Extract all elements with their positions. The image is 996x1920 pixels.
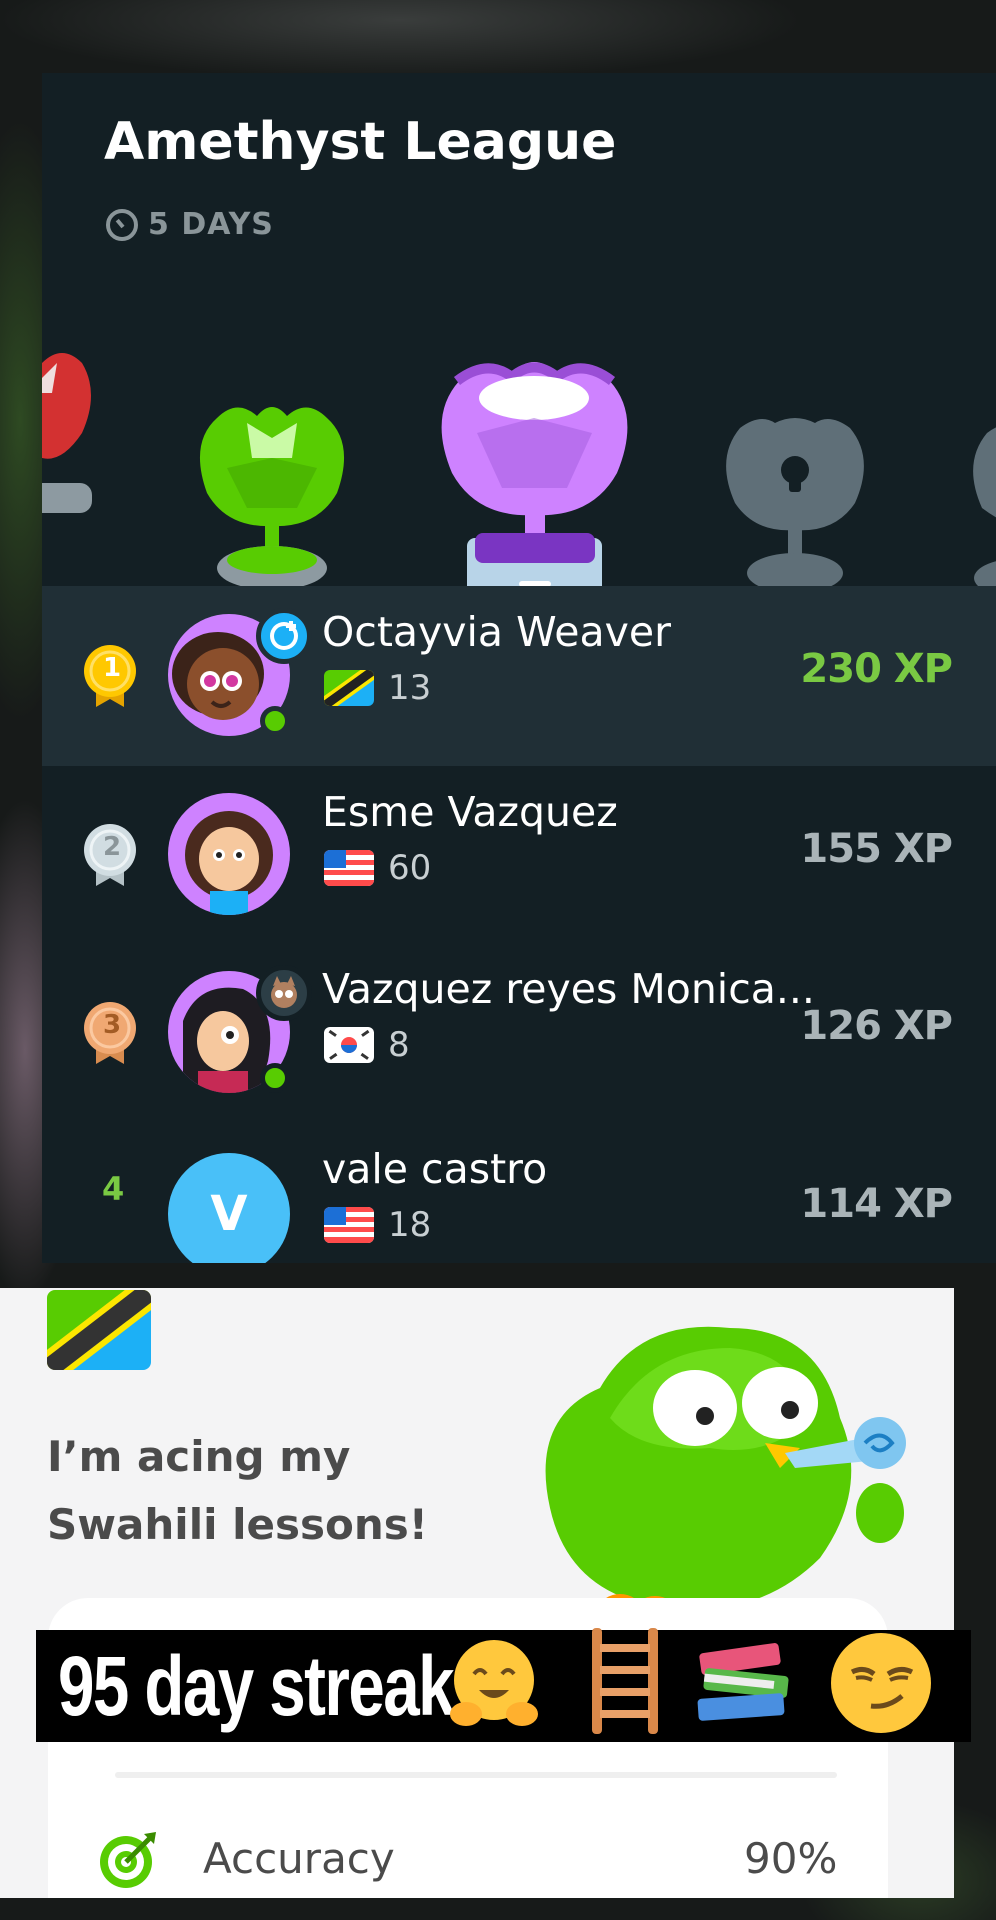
- online-status-icon: [260, 1063, 290, 1093]
- cat-badge-icon: [256, 965, 312, 1021]
- league-title: Amethyst League: [104, 112, 617, 172]
- streak-count: 60: [388, 848, 432, 888]
- us-flag-icon: [324, 1207, 374, 1243]
- user-avatar[interactable]: [168, 793, 290, 915]
- leaderboard-row[interactable]: 2 Esme Vazquez 60 155 XP: [42, 766, 996, 946]
- user-avatar[interactable]: [168, 965, 312, 1093]
- emerald-trophy-icon[interactable]: [187, 398, 357, 608]
- ladder-emoji-icon: [592, 1628, 658, 1734]
- league-panel: Amethyst League 5 DAYS 1 Octayvia Weaver…: [42, 73, 996, 1263]
- accuracy-label: Accuracy: [203, 1834, 395, 1883]
- korea-flag-icon: [324, 1027, 374, 1063]
- books-emoji-icon: [697, 1643, 789, 1721]
- streak-count: 18: [388, 1205, 432, 1245]
- leaderboard-row[interactable]: 1 Octayvia Weaver 13 230 XP: [42, 586, 996, 766]
- tanzania-flag-icon: [324, 670, 374, 706]
- user-meta: 60: [324, 848, 431, 888]
- user-meta: 8: [324, 1025, 410, 1065]
- locked-trophy-icon[interactable]: [715, 408, 875, 608]
- league-trophies: [42, 263, 996, 623]
- duo-owl-party-icon: [545, 1326, 906, 1618]
- streak-count: 8: [388, 1025, 410, 1065]
- esme-avatar-image: [185, 811, 273, 915]
- user-xp: 114 XP: [800, 1181, 953, 1227]
- online-status-icon: [260, 706, 290, 736]
- clock-icon: [106, 208, 138, 241]
- user-name: vale castro: [322, 1145, 548, 1193]
- target-icon: [100, 1832, 156, 1888]
- user-meta: 18: [324, 1205, 431, 1245]
- user-avatar[interactable]: V: [168, 1153, 290, 1263]
- hugging-face-emoji-icon: [450, 1640, 538, 1726]
- locked-trophy-icon[interactable]: [962, 413, 996, 613]
- user-xp: 155 XP: [800, 826, 953, 872]
- rank-number: 3: [103, 1010, 122, 1040]
- friend-badge-icon: [256, 608, 312, 664]
- user-xp: 126 XP: [800, 1003, 953, 1049]
- streak-caption-text: 95 day streak: [58, 1638, 455, 1733]
- amethyst-trophy-icon[interactable]: [427, 353, 642, 613]
- user-name: Vazquez reyes Monica...: [322, 965, 815, 1013]
- ruby-trophy-icon[interactable]: [42, 343, 102, 543]
- user-avatar[interactable]: [168, 608, 312, 736]
- leaderboard-row[interactable]: 3 Vazquez reyes Monica... 8 126 XP: [42, 943, 996, 1123]
- leaderboard-row[interactable]: 4 V vale castro 18 114 XP: [42, 1123, 996, 1263]
- share-card: I’m acing my Swahili lessons!: [0, 1288, 954, 1898]
- smirk-emoji-icon: [831, 1633, 931, 1733]
- accuracy-value: 90%: [744, 1834, 838, 1883]
- tanzania-flag-icon: [47, 1290, 151, 1370]
- us-flag-icon: [324, 850, 374, 886]
- user-name: Octayvia Weaver: [322, 608, 671, 656]
- user-meta: 13: [324, 668, 431, 708]
- rank-number: 2: [103, 832, 122, 862]
- time-remaining-label: 5 DAYS: [148, 207, 274, 242]
- rank-number: 1: [103, 653, 122, 683]
- user-name: Esme Vazquez: [322, 788, 618, 836]
- divider: [115, 1772, 837, 1778]
- streak-count: 13: [388, 668, 432, 708]
- time-remaining: 5 DAYS: [106, 207, 274, 242]
- user-xp: 230 XP: [800, 646, 953, 692]
- avatar-initial: V: [210, 1186, 248, 1242]
- share-message: I’m acing my Swahili lessons!: [47, 1432, 428, 1549]
- rank-number: 4: [102, 1170, 125, 1208]
